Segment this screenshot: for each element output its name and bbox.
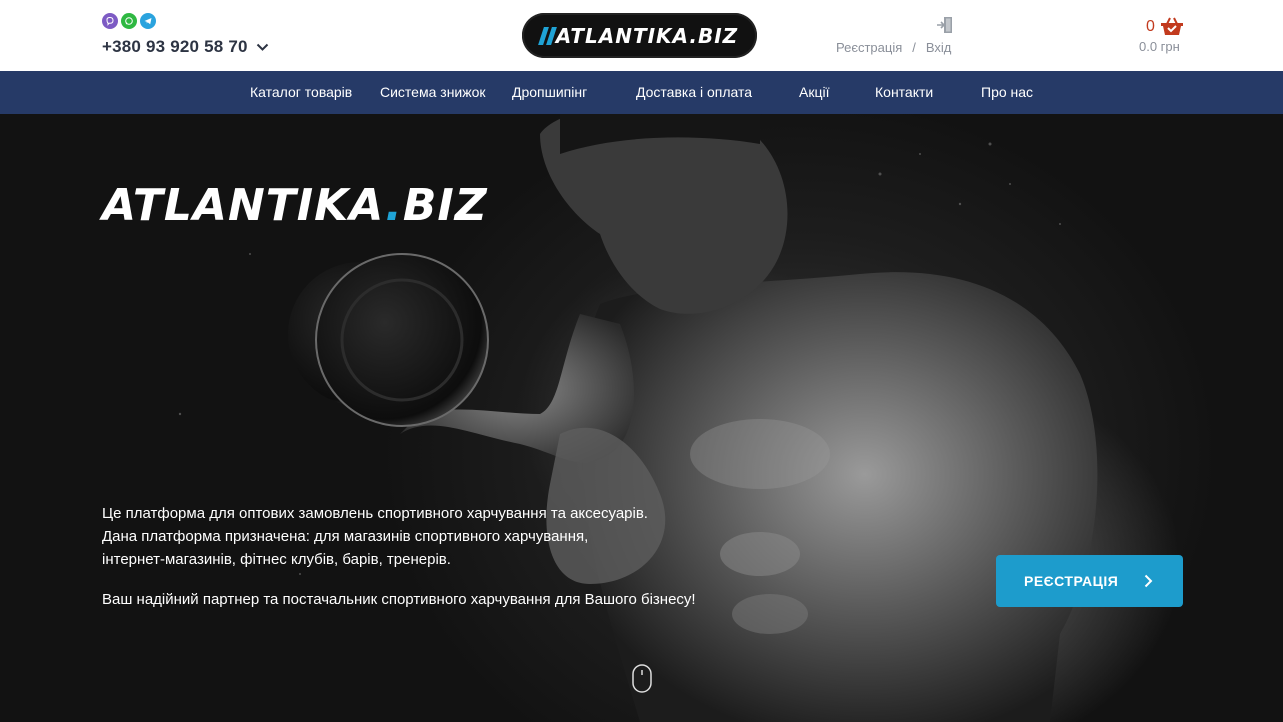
cart-total: 0.0 грн (1139, 39, 1180, 54)
viber-icon[interactable] (102, 13, 118, 29)
hero-logo-main: ATLANTIKA (102, 180, 386, 231)
nav-about[interactable]: Про нас (981, 84, 1033, 100)
auth-separator: / (912, 40, 916, 55)
nav-promotions[interactable]: Акції (799, 84, 829, 100)
hero-banner: ATLANTIKA.BIZ Це платформа для оптових з… (0, 114, 1283, 722)
telegram-icon[interactable] (140, 13, 156, 29)
site-header: +380 93 920 58 70 ATLANTIKA.BIZ Реєстрац… (0, 0, 1283, 71)
logo-text: ATLANTIKA.BIZ (555, 23, 739, 48)
hero-line-3: інтернет-магазинів, фітнес клубів, барів… (102, 551, 451, 568)
site-logo[interactable]: ATLANTIKA.BIZ (522, 13, 757, 58)
auth-block: Реєстрація / Вхід (836, 16, 956, 58)
hero-logo-dot: . (385, 180, 403, 231)
hero-description: Це платформа для оптових замовлень спорт… (102, 502, 648, 571)
hero-logo-tld: BIZ (402, 180, 488, 231)
nav-delivery[interactable]: Доставка і оплата (636, 84, 752, 100)
logo-mark-icon (537, 26, 557, 45)
register-button[interactable]: РЕЄСТРАЦІЯ (996, 555, 1183, 607)
hero-tagline: Ваш надійний партнер та постачальник спо… (102, 591, 696, 608)
nav-dropshipping[interactable]: Дропшипінг (512, 84, 587, 100)
register-button-label: РЕЄСТРАЦІЯ (1024, 573, 1119, 589)
cart-button[interactable]: 0 0.0 грн (1135, 15, 1187, 57)
basket-icon (1161, 17, 1183, 35)
chevron-down-icon (256, 43, 268, 51)
login-link[interactable]: Вхід (926, 40, 952, 55)
hero-line-1: Це платформа для оптових замовлень спорт… (102, 505, 648, 522)
register-link[interactable]: Реєстрація (836, 40, 902, 55)
chevron-right-icon (1144, 574, 1153, 588)
login-door-icon[interactable] (936, 16, 954, 34)
phone-number: +380 93 920 58 70 (102, 37, 248, 56)
phone-dropdown[interactable]: +380 93 920 58 70 (102, 37, 269, 57)
scroll-down-icon[interactable] (632, 664, 652, 693)
hero-line-2: Дана платформа призначена: для магазинів… (102, 528, 589, 545)
nav-catalog[interactable]: Каталог товарів (250, 84, 352, 100)
messenger-links (102, 13, 156, 29)
main-nav: Каталог товарів Система знижок Дропшипін… (0, 71, 1283, 114)
cart-count: 0 (1146, 18, 1155, 35)
hero-logo: ATLANTIKA.BIZ (102, 180, 488, 231)
nav-discounts[interactable]: Система знижок (380, 84, 486, 100)
whatsapp-icon[interactable] (121, 13, 137, 29)
nav-contacts[interactable]: Контакти (875, 84, 933, 100)
